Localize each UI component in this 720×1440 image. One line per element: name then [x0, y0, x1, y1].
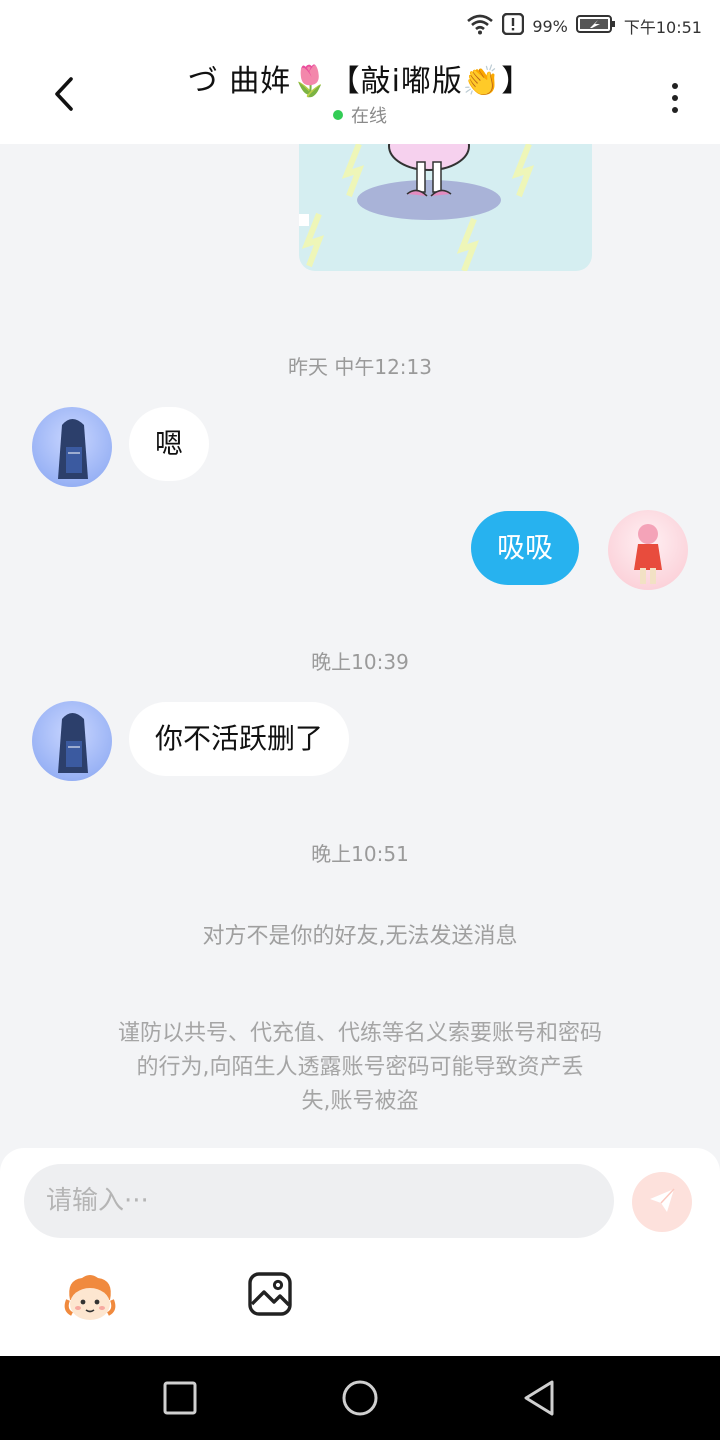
timestamp: 晚上10:39 — [311, 650, 409, 674]
title-block: づ 曲姩🌷【敲i嘟版👏】 在线 — [120, 56, 600, 128]
timestamp: 昨天 中午12:13 — [288, 355, 432, 379]
contact-avatar[interactable] — [32, 407, 112, 487]
message-input[interactable] — [24, 1164, 608, 1238]
back-nav-button[interactable] — [518, 1376, 562, 1420]
back-button[interactable] — [44, 74, 84, 118]
wifi-icon — [466, 13, 494, 39]
presence-status: 在线 — [120, 102, 600, 128]
security-warning: 谨防以共号、代充值、代练等名义索要账号和密码 的行为,向陌生人透露账号密码可能导… — [60, 1017, 660, 1119]
system-nav-bar — [0, 1356, 720, 1440]
contact-avatar[interactable] — [32, 701, 112, 781]
back-arrow-icon — [52, 76, 76, 116]
message-input-box[interactable] — [24, 1164, 614, 1238]
security-warning-line: 失,账号被盗 — [301, 1089, 419, 1114]
chat-header: づ 曲姩🌷【敲i嘟版👏】 在线 — [0, 52, 720, 144]
recents-button[interactable] — [158, 1376, 202, 1420]
timestamp: 晚上10:51 — [311, 842, 409, 866]
status-bar-right: 99% 下午10:51 — [466, 12, 702, 40]
image-icon[interactable] — [246, 1270, 294, 1318]
security-warning-line: 谨防以共号、代充值、代练等名义索要账号和密码 — [117, 1021, 602, 1046]
battery-icon — [575, 14, 616, 38]
message-list[interactable]: 昨天 中午12:13 嗯 吸吸 晚上10:39 你不活跃删了 晚上10:51 对… — [0, 144, 720, 1148]
presence-label: 在线 — [351, 106, 387, 127]
chat-title: づ 曲姩🌷【敲i嘟版👏】 — [187, 64, 533, 99]
battery-percent: 99% — [532, 16, 568, 36]
more-vertical-icon — [672, 83, 678, 89]
online-dot-icon — [333, 110, 343, 120]
send-button[interactable] — [632, 1172, 692, 1232]
clock: 下午10:51 — [623, 18, 702, 37]
home-button[interactable] — [338, 1376, 382, 1420]
status-bar: 99% 下午10:51 — [0, 0, 720, 52]
alert-icon — [502, 12, 525, 39]
composer — [0, 1148, 720, 1356]
message-bubble-incoming[interactable]: 你不活跃删了 — [129, 702, 350, 776]
message-bubble-incoming[interactable]: 嗯 — [129, 407, 210, 481]
system-notice: 对方不是你的好友,无法发送消息 — [202, 924, 518, 949]
security-warning-line: 的行为,向陌生人透露账号密码可能导致资产丢 — [136, 1055, 584, 1080]
message-bubble-outgoing[interactable]: 吸吸 — [471, 511, 580, 585]
more-options-button[interactable] — [660, 78, 690, 118]
sticker-image[interactable] — [299, 144, 592, 271]
emoji-mascot-icon[interactable] — [62, 1270, 118, 1326]
send-icon — [647, 1185, 677, 1219]
my-avatar[interactable] — [608, 510, 688, 590]
